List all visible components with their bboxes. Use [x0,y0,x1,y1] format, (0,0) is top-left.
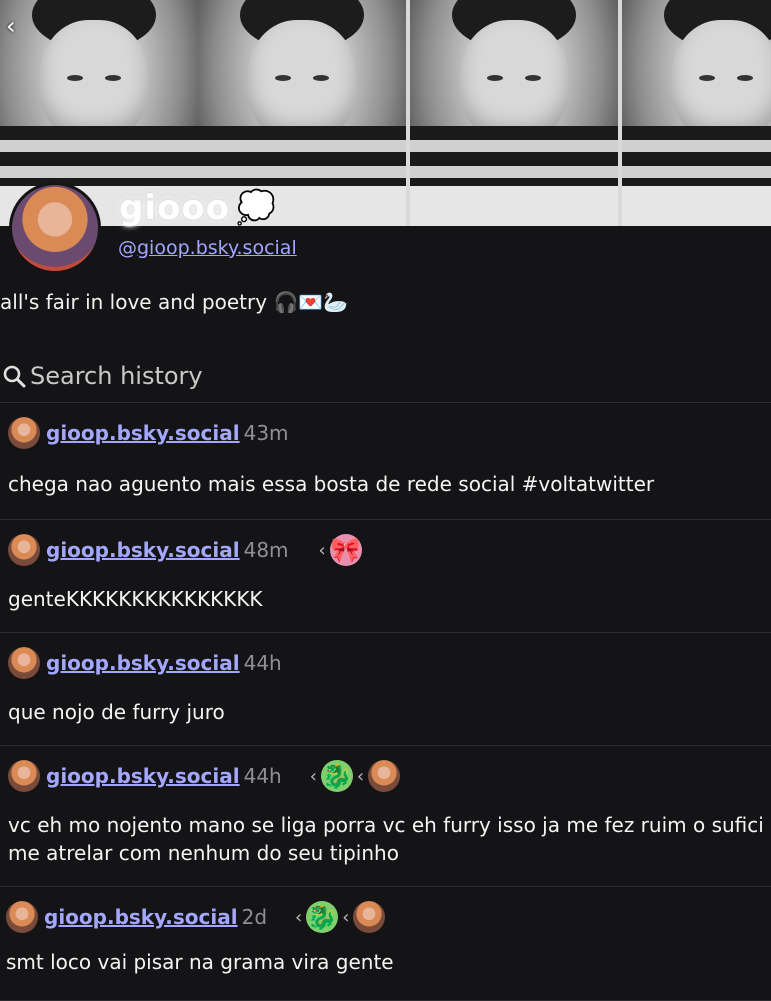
post-text: que nojo de furry juro [8,700,225,724]
chevron-left-small-icon: ‹ [342,906,350,928]
post-text: smt loco vai pisar na grama vira gente [6,950,394,974]
post-header: gioop.bsky.social 48m ‹ 🎀 [8,534,362,566]
banner-photo-4 [622,0,771,226]
profile-banner [0,0,771,226]
chevron-left-small-icon: ‹ [309,765,317,787]
profile-handle: @gioop.bsky.social [118,237,297,259]
chevron-left-small-icon: ‹ [295,906,303,928]
post-header: gioop.bsky.social 44h ‹ 🐉 ‹ [8,760,401,792]
avatar[interactable] [8,417,40,449]
dragon-avatar[interactable]: 🐉 [306,901,339,933]
kirby-avatar[interactable]: 🎀 [329,534,362,566]
gioop-avatar[interactable] [368,760,401,792]
post-item[interactable]: gioop.bsky.social 48m ‹ 🎀 genteKKKKKKKKK… [0,520,771,633]
post-username[interactable]: gioop.bsky.social [46,538,240,562]
avatar[interactable] [8,647,40,679]
banner-photo-3 [410,0,618,226]
post-time: 2d [241,905,268,929]
profile-bio: all's fair in love and poetry 🎧💌🦢 [0,290,349,314]
search-bar [0,356,771,403]
post-item[interactable]: gioop.bsky.social 43m chega nao aguento … [0,403,771,520]
post-username[interactable]: gioop.bsky.social [46,651,240,675]
gioop-avatar[interactable] [353,901,386,933]
avatar[interactable] [8,534,40,566]
post-time: 48m [243,538,289,562]
post-header: gioop.bsky.social 2d ‹ 🐉 ‹ [6,901,386,933]
post-header: gioop.bsky.social 43m [8,417,289,449]
search-input[interactable] [30,358,730,394]
post-text-line2: me atrelar com nenhum do seu tipinho [8,841,399,865]
post-username[interactable]: gioop.bsky.social [46,764,240,788]
post-text: chega nao aguento mais essa bosta de red… [8,472,655,496]
post-header: gioop.bsky.social 44h [8,647,282,679]
post-item[interactable]: gioop.bsky.social 2d ‹ 🐉 ‹ smt loco vai … [0,887,771,1001]
thought-bubble-icon: 💭 [236,188,276,226]
dragon-avatar[interactable]: 🐉 [320,760,353,792]
post-text: genteKKKKKKKKKKKKKKK [8,587,263,611]
chevron-left-small-icon: ‹ [356,765,365,787]
chevron-left-icon[interactable]: ‹ [6,14,16,38]
avatar[interactable] [6,901,38,933]
handle-link[interactable]: gioop.bsky.social [137,237,297,259]
search-icon [3,365,26,388]
avatar[interactable] [8,760,40,792]
chevron-left-small-icon: ‹ [318,539,326,561]
post-item[interactable]: gioop.bsky.social 44h ‹ 🐉 ‹ vc eh mo noj… [0,746,771,887]
post-username[interactable]: gioop.bsky.social [44,905,238,929]
post-time: 43m [243,421,289,445]
post-time: 44h [243,651,282,675]
profile-avatar[interactable] [9,182,101,274]
post-username[interactable]: gioop.bsky.social [46,421,240,445]
post-item[interactable]: gioop.bsky.social 44h que nojo de furry … [0,633,771,746]
post-time: 44h [243,764,282,788]
display-name: giooo [119,188,231,228]
